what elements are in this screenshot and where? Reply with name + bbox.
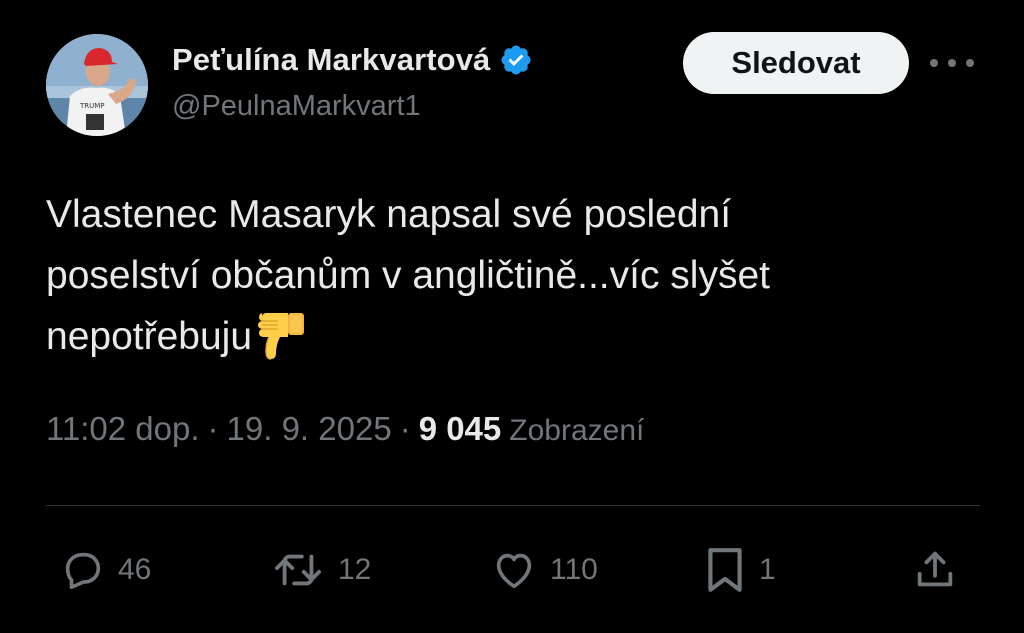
thumbs-down-icon bbox=[254, 307, 310, 363]
tweet-text: Vlastenec Masaryk napsal své poslední po… bbox=[46, 184, 986, 367]
meta-separator: · bbox=[399, 410, 411, 447]
share-icon bbox=[912, 547, 958, 593]
like-button[interactable]: 110 bbox=[490, 545, 598, 595]
follow-button[interactable]: Sledovat bbox=[683, 32, 909, 94]
repost-button[interactable]: 12 bbox=[270, 545, 371, 595]
author-handle[interactable]: @PeulnaMarkvart1 bbox=[172, 90, 421, 123]
tweet: TRUMP Peťulína Markvartová @PeulnaMarkva… bbox=[0, 0, 1024, 633]
tweet-date[interactable]: 19. 9. 2025 bbox=[227, 410, 392, 448]
bookmark-icon bbox=[703, 545, 747, 595]
bookmark-count: 1 bbox=[759, 553, 776, 586]
views-label: Zobrazení bbox=[509, 414, 645, 447]
reply-button[interactable]: 46 bbox=[60, 545, 151, 595]
tweet-meta: 11:02 dop. · 19. 9. 2025 · 9 045 Zobraze… bbox=[46, 410, 644, 448]
reply-icon bbox=[60, 547, 106, 593]
display-name[interactable]: Peťulína Markvartová bbox=[172, 42, 490, 78]
repost-count: 12 bbox=[338, 553, 372, 586]
views-count: 9 045 bbox=[418, 410, 502, 447]
repost-icon bbox=[270, 547, 326, 593]
avatar[interactable]: TRUMP bbox=[46, 34, 148, 136]
tweet-time[interactable]: 11:02 dop. bbox=[46, 410, 200, 448]
tweet-text-line: nepotřebuju bbox=[46, 315, 253, 358]
heart-icon bbox=[490, 547, 538, 593]
tweet-text-line-last: nepotřebuju bbox=[46, 306, 986, 367]
divider bbox=[46, 505, 980, 506]
reply-count: 46 bbox=[118, 553, 152, 586]
svg-text:TRUMP: TRUMP bbox=[79, 102, 105, 110]
bookmark-button[interactable]: 1 bbox=[703, 545, 776, 595]
more-horizontal-icon[interactable] bbox=[930, 50, 974, 76]
avatar-photo: TRUMP bbox=[46, 34, 148, 136]
tweet-text-line: poselství občanům v angličtině...víc sly… bbox=[46, 254, 770, 297]
verified-badge-icon bbox=[499, 43, 533, 77]
tweet-text-line: Vlastenec Masaryk napsal své poslední bbox=[46, 193, 732, 236]
meta-separator: · bbox=[207, 410, 219, 447]
like-count: 110 bbox=[550, 553, 598, 586]
author-name-row: Peťulína Markvartová bbox=[172, 38, 533, 82]
share-button[interactable] bbox=[912, 545, 958, 595]
